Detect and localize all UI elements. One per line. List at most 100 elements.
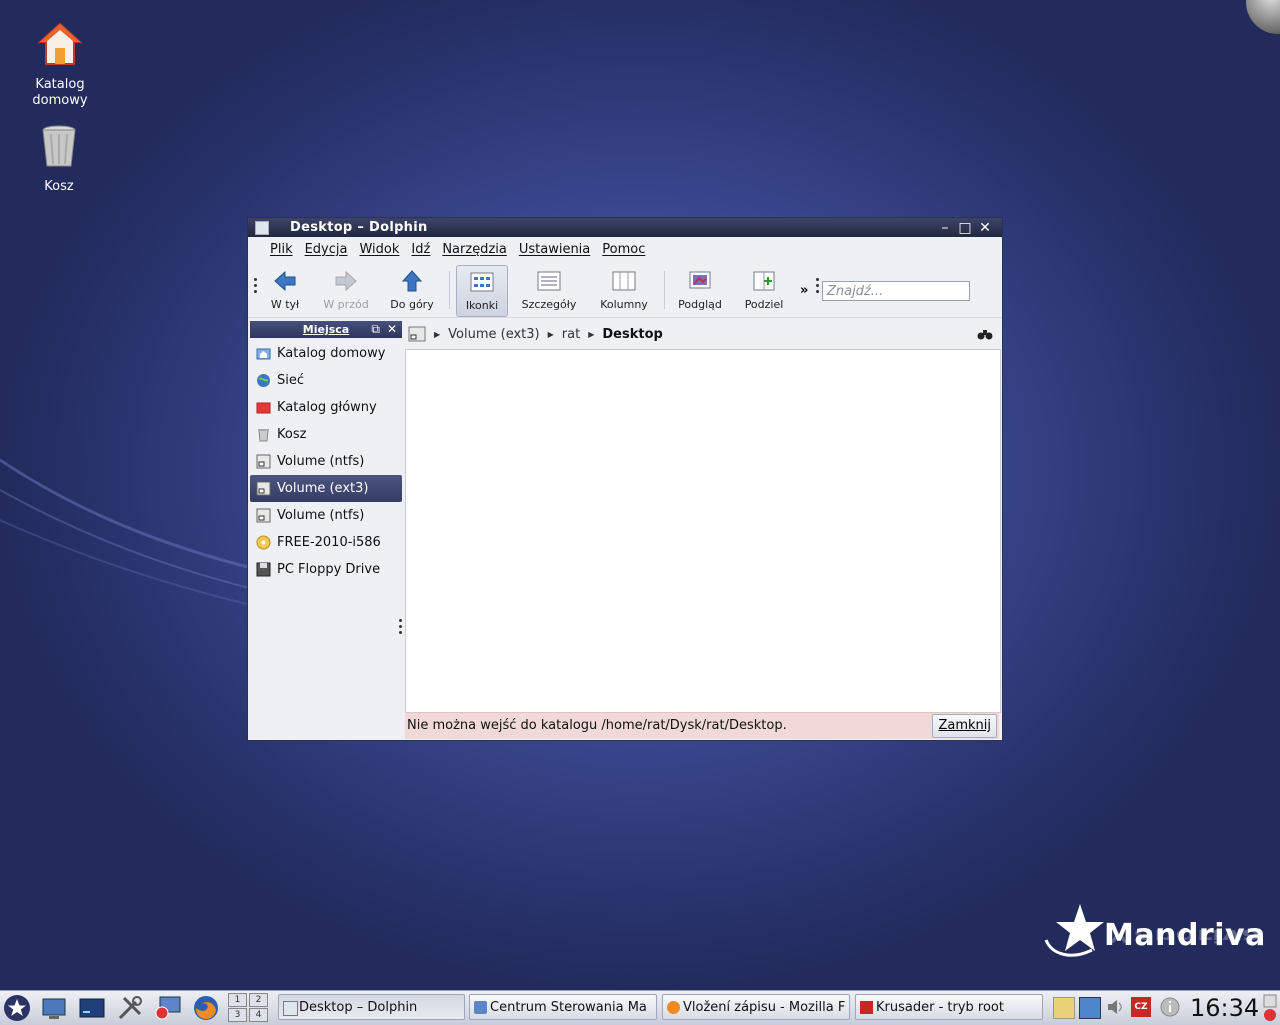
title-bar[interactable]: Desktop – Dolphin – □ ✕: [248, 218, 1002, 237]
icons-view-button[interactable]: Ikonki: [456, 265, 508, 317]
desktop-icon-label: domowy: [32, 93, 88, 108]
places-item[interactable]: Volume (ext3): [250, 475, 402, 502]
search-input[interactable]: Znajdź...: [822, 281, 970, 301]
columns-view-button[interactable]: Kolumny: [593, 265, 655, 315]
keyboard-layout-indicator[interactable]: CZ: [1131, 997, 1151, 1017]
up-button[interactable]: Do góry: [384, 265, 440, 315]
lock-logout-icon[interactable]: [1263, 994, 1277, 1022]
places-item-label: Volume (ntfs): [277, 508, 365, 523]
pager-desktop-1[interactable]: 1: [228, 993, 247, 1007]
terminal-icon[interactable]: [78, 994, 106, 1022]
menu-settings[interactable]: Ustawienia: [513, 242, 596, 257]
show-desktop-icon[interactable]: [40, 994, 68, 1022]
task-dolphin[interactable]: Desktop – Dolphin: [278, 994, 465, 1020]
arrow-right-icon: [335, 270, 357, 292]
panel-splitter[interactable]: [399, 619, 402, 637]
firefox-icon[interactable]: [192, 994, 220, 1022]
places-item[interactable]: Katalog główny: [250, 394, 402, 421]
breadcrumb-item[interactable]: Volume (ext3): [448, 327, 539, 342]
menu-file[interactable]: Plik: [264, 242, 299, 257]
arrow-left-icon: [274, 270, 296, 292]
firefox-icon: [667, 1001, 680, 1014]
places-item[interactable]: Volume (ntfs): [250, 448, 402, 475]
places-list: Katalog domowy Sieć Katalog główny Kosz Volu…: [248, 340, 404, 583]
preview-button[interactable]: Podgląd: [672, 265, 728, 315]
columns-view-label: Kolumny: [600, 298, 648, 311]
control-center-icon[interactable]: [154, 994, 182, 1022]
places-item-label: Katalog domowy: [277, 346, 386, 361]
desktop-icon-trash[interactable]: Kosz: [4, 122, 114, 195]
minimize-icon[interactable]: –: [938, 221, 952, 235]
back-button[interactable]: W tył: [262, 265, 308, 315]
mandriva-wordmark-reflection: Mandriva: [1104, 925, 1262, 946]
info-icon[interactable]: [1160, 997, 1180, 1017]
menu-go[interactable]: Idź: [405, 242, 436, 257]
float-panel-icon[interactable]: ⧉: [371, 321, 380, 338]
clock[interactable]: 16:34: [1190, 993, 1259, 1023]
krusader-icon: [860, 1001, 873, 1014]
app-menu-icon[interactable]: [255, 221, 269, 235]
arrow-up-icon: [401, 270, 423, 292]
trash-icon: [256, 427, 271, 442]
toolbar-separator: [664, 271, 665, 309]
preview-label: Podgląd: [678, 298, 722, 311]
task-control-center[interactable]: Centrum Sterowania Ma: [469, 994, 657, 1020]
details-view-button[interactable]: Szczegóły: [516, 265, 582, 315]
file-view[interactable]: [405, 349, 1001, 713]
binoculars-icon[interactable]: [977, 327, 993, 341]
close-error-button[interactable]: Zamknij: [932, 714, 997, 738]
pager-desktop-4[interactable]: 4: [249, 1008, 268, 1022]
toolbar-grip[interactable]: [254, 278, 257, 296]
places-panel: Miejsca ⧉ ✕ Katalog domowy Sieć Katalog gł…: [248, 319, 404, 740]
task-label: Krusader - tryb root: [876, 1000, 1004, 1015]
mandriva-logo: Mandriva Mandriva: [1042, 900, 1265, 964]
desktop-icon-home[interactable]: Katalog domowy: [5, 20, 115, 109]
network-globe-icon: [256, 373, 271, 388]
task-label: Centrum Sterowania Ma: [490, 1000, 647, 1015]
menu-edit[interactable]: Edycja: [299, 242, 354, 257]
mandriva-star-icon: [1044, 904, 1104, 957]
drive-icon[interactable]: [408, 325, 426, 343]
places-item-label: Volume (ntfs): [277, 454, 365, 469]
places-item[interactable]: Sieć: [250, 367, 402, 394]
places-item[interactable]: Volume (ntfs): [250, 502, 402, 529]
close-icon[interactable]: ✕: [978, 221, 992, 235]
forward-button[interactable]: W przód: [316, 265, 376, 315]
toolbar-overflow-button[interactable]: »: [800, 283, 808, 298]
toolbar-grip[interactable]: [816, 278, 819, 296]
places-item-label: Sieć: [277, 373, 305, 388]
breadcrumb-current[interactable]: Desktop: [602, 327, 662, 342]
breadcrumb: ▶ Volume (ext3) ▶ rat ▶ Desktop: [408, 323, 663, 345]
window-title: Desktop – Dolphin: [290, 220, 428, 235]
task-firefox[interactable]: Vložení zápisu - Mozilla F: [662, 994, 850, 1020]
places-item[interactable]: Kosz: [250, 421, 402, 448]
places-item[interactable]: Katalog domowy: [250, 340, 402, 367]
menu-help[interactable]: Pomoc: [596, 242, 651, 257]
places-item[interactable]: PC Floppy Drive: [250, 556, 402, 583]
clipboard-icon[interactable]: [1053, 997, 1075, 1019]
task-krusader[interactable]: Krusader - tryb root: [855, 994, 1043, 1020]
breadcrumb-separator-icon: ▶: [434, 329, 441, 339]
task-label: Desktop – Dolphin: [299, 1000, 418, 1015]
start-menu-icon[interactable]: [3, 994, 31, 1022]
pager-desktop-3[interactable]: 3: [228, 1008, 247, 1022]
drive-icon: [256, 508, 271, 523]
breadcrumb-separator-icon: ▶: [547, 329, 554, 339]
breadcrumb-separator-icon: ▶: [588, 329, 595, 339]
network-icon[interactable]: [1079, 997, 1101, 1019]
maximize-icon[interactable]: □: [958, 221, 972, 235]
close-panel-icon[interactable]: ✕: [387, 321, 397, 338]
volume-icon[interactable]: [1105, 997, 1125, 1017]
icon-grid-icon: [470, 272, 494, 292]
icons-view-label: Ikonki: [465, 299, 499, 312]
desktop-pager: 1 2 3 4: [228, 993, 270, 1023]
breadcrumb-item[interactable]: rat: [562, 327, 580, 342]
tools-icon[interactable]: [116, 994, 144, 1022]
desktop-icon-label: Katalog: [35, 77, 85, 92]
menu-tools[interactable]: Narzędzia: [436, 242, 513, 257]
home-folder-icon: [256, 346, 271, 361]
places-item[interactable]: FREE-2010-i586: [250, 529, 402, 556]
split-button[interactable]: Podziel: [738, 265, 790, 315]
pager-desktop-2[interactable]: 2: [249, 993, 268, 1007]
menu-view[interactable]: Widok: [353, 242, 405, 257]
